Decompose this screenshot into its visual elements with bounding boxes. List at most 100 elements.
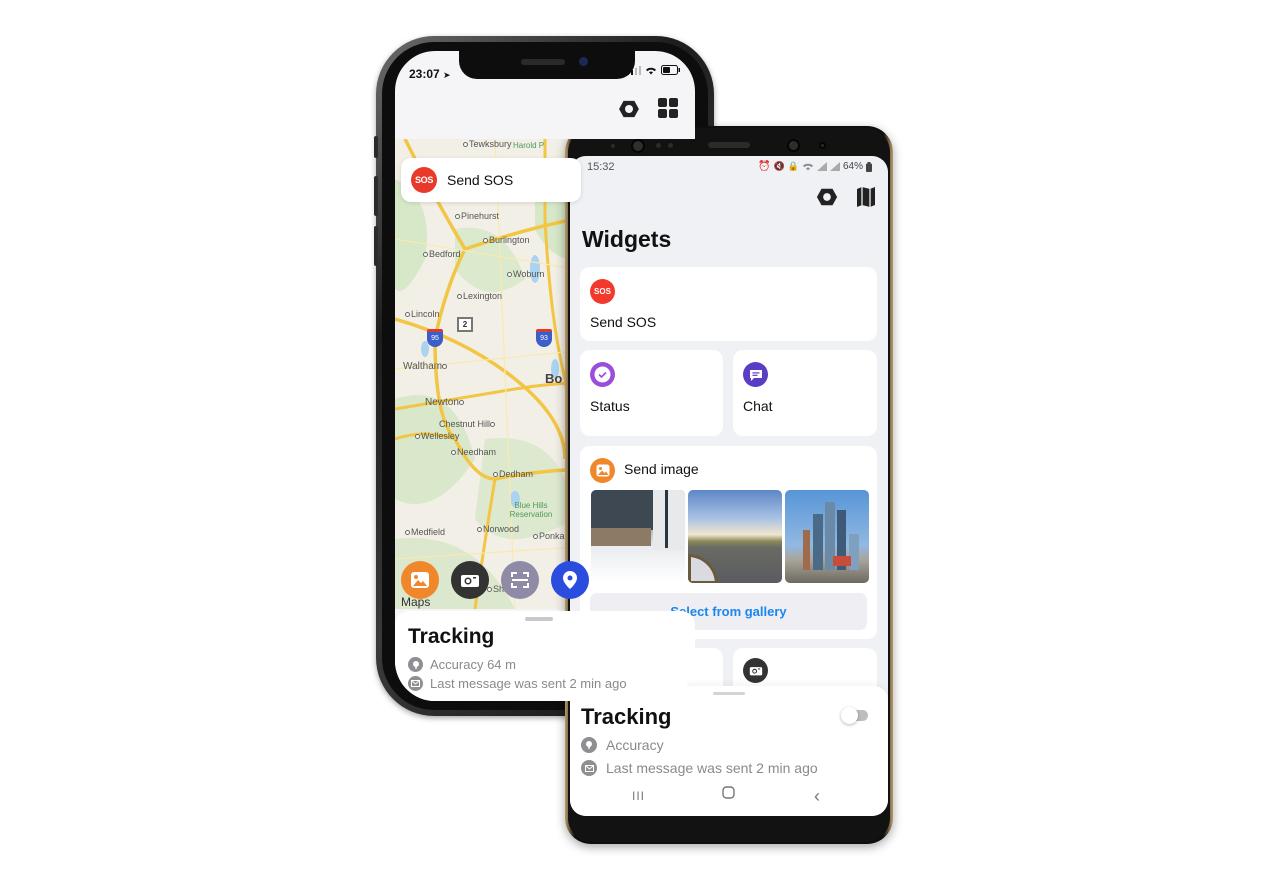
status-time: 23:07 ➤	[409, 67, 451, 81]
tracking-sheet[interactable]: Tracking Accuracy 64 m Last message was …	[395, 611, 695, 701]
photo-thumbnail[interactable]	[591, 490, 685, 583]
android-sensor-row	[565, 138, 893, 153]
map-label: Waltham	[403, 361, 448, 372]
sos-icon: SOS	[590, 279, 615, 304]
front-camera	[631, 139, 645, 153]
page-title: Widgets	[582, 226, 672, 252]
location-pin-icon	[581, 737, 597, 753]
map-label: Norwood	[477, 524, 519, 534]
battery-icon	[866, 161, 872, 172]
map-label: Needham	[451, 447, 496, 457]
android-nav-bar: III ‹	[570, 786, 888, 812]
home-icon	[722, 786, 735, 799]
map-label: Dedham	[493, 469, 533, 479]
photo-thumbnail[interactable]	[688, 490, 782, 583]
location-pin-icon	[408, 657, 423, 672]
map-label: Woburn	[507, 269, 544, 279]
iphone-volume-up	[374, 176, 378, 216]
back-button[interactable]: ‹	[814, 786, 820, 807]
status-check-icon	[590, 362, 615, 387]
battery-percent: 64%	[842, 161, 863, 172]
envelope-icon	[408, 676, 423, 691]
image-thumbnails	[591, 490, 869, 583]
quick-actions	[401, 561, 589, 599]
chat-widget[interactable]: Chat	[733, 350, 877, 436]
chat-label: Chat	[743, 398, 773, 414]
front-camera	[579, 57, 588, 66]
iphone-mute-switch	[374, 136, 378, 158]
send-image-button[interactable]	[401, 561, 439, 599]
tracking-title: Tracking	[408, 625, 495, 648]
image-icon	[590, 458, 615, 483]
map-label: Pinehurst	[455, 211, 499, 221]
hexagon-settings-icon[interactable]	[617, 97, 641, 121]
camera-icon	[461, 575, 479, 587]
map-label: Tewksbury	[463, 139, 512, 149]
sheet-grabber[interactable]	[713, 692, 745, 695]
map-label: Lexington	[457, 291, 502, 301]
interstate-shield: 93	[536, 329, 552, 347]
map-label: Bo	[545, 371, 563, 386]
send-sos-label: Send SOS	[447, 172, 514, 188]
map-label: Newton	[425, 397, 465, 408]
sensor	[656, 143, 661, 148]
send-sos-widget[interactable]: SOS Send SOS	[580, 267, 877, 341]
tracking-sheet[interactable]: Tracking Accuracy Last message was sent …	[570, 686, 888, 816]
mute-icon: 🔇	[773, 161, 785, 171]
battery-icon	[661, 65, 680, 75]
iphone-volume-down	[374, 226, 378, 266]
accuracy-row: Accuracy	[581, 737, 664, 753]
hexagon-settings-icon[interactable]	[816, 186, 838, 208]
location-pin-icon	[563, 571, 577, 589]
map-label: Bedford	[423, 249, 461, 259]
home-button[interactable]	[722, 786, 735, 803]
ios-toolbar	[395, 91, 695, 139]
image-icon	[411, 572, 429, 588]
map-label: Harold P	[513, 141, 545, 150]
speaker	[521, 59, 565, 65]
signal-icon	[829, 162, 840, 171]
wifi-icon	[646, 67, 656, 74]
sensor	[611, 144, 615, 148]
sos-icon: SOS	[411, 167, 437, 193]
android-toolbar	[816, 186, 876, 208]
sensor	[668, 143, 673, 148]
photo-thumbnail[interactable]	[785, 490, 869, 583]
scan-button[interactable]	[501, 561, 539, 599]
route-shield: 2	[457, 317, 473, 332]
status-widget[interactable]: Status	[580, 350, 723, 436]
location-arrow-icon: ➤	[443, 70, 451, 80]
last-message-row: Last message was sent 2 min ago	[581, 760, 818, 776]
tracking-title: Tracking	[581, 704, 672, 729]
android-screen: 15:32 ⏰ 🔇 🔒 64% Widgets SOS Send SOS Sta…	[570, 156, 888, 816]
recents-button[interactable]: III	[632, 789, 645, 803]
send-sos-label: Send SOS	[590, 314, 657, 330]
android-device: 15:32 ⏰ 🔇 🔒 64% Widgets SOS Send SOS Sta…	[565, 126, 893, 844]
camera-icon	[743, 658, 768, 683]
send-image-label: Send image	[624, 461, 699, 477]
location-button[interactable]	[551, 561, 589, 599]
apple-maps-attribution[interactable]: Maps	[401, 595, 430, 609]
map-label: Lincoln	[405, 309, 440, 319]
earpiece	[708, 142, 750, 148]
chat-bubble-icon	[743, 362, 768, 387]
last-message-row: Last message was sent 2 min ago	[408, 676, 627, 691]
toggle-knob	[841, 707, 858, 724]
map-label: Wellesley	[415, 431, 459, 441]
wifi-icon	[802, 163, 813, 171]
scan-icon	[511, 572, 529, 588]
status-icons	[627, 65, 681, 75]
grid-icon[interactable]	[657, 97, 679, 119]
tracking-toggle[interactable]	[841, 707, 868, 724]
send-sos-widget[interactable]: SOS Send SOS	[401, 158, 581, 202]
map-label: Medfield	[405, 527, 445, 537]
notch	[459, 51, 635, 79]
camera-button[interactable]	[451, 561, 489, 599]
lock-icon: 🔒	[787, 161, 799, 171]
status-icons: ⏰ 🔇 🔒 64%	[758, 161, 872, 172]
map-icon[interactable]	[856, 186, 876, 208]
sheet-grabber[interactable]	[525, 617, 553, 621]
android-status-bar: 15:32 ⏰ 🔇 🔒 64%	[570, 156, 888, 178]
accuracy-row: Accuracy 64 m	[408, 657, 516, 672]
sensor	[819, 142, 826, 149]
